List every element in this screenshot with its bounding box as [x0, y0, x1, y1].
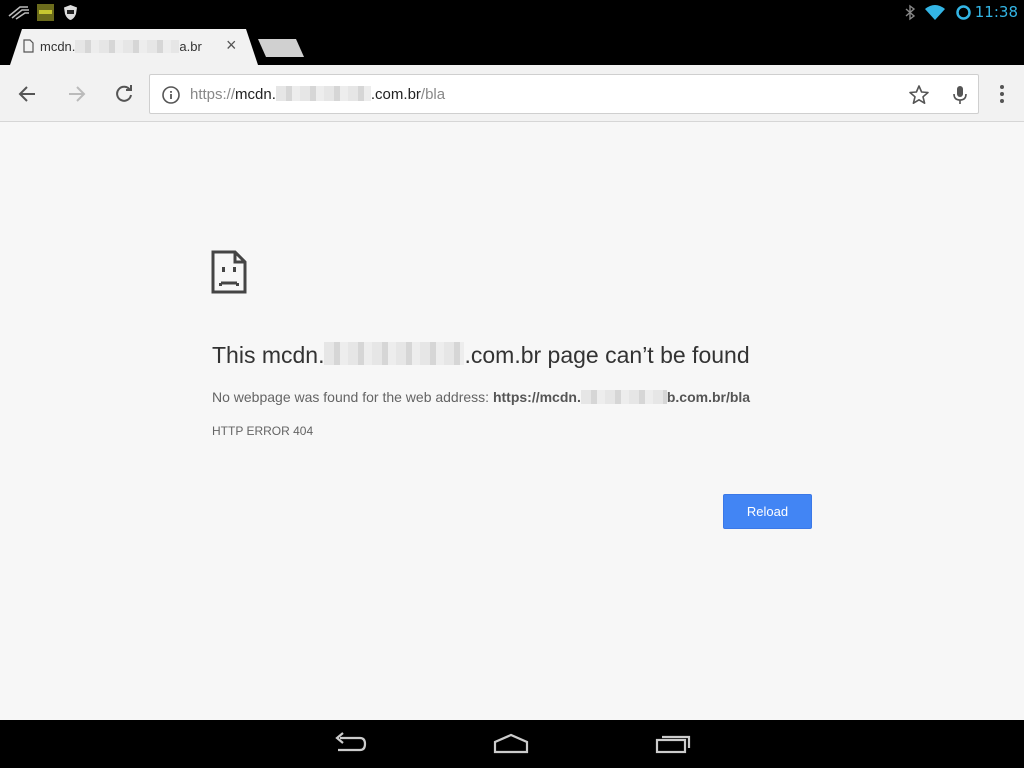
shield-notification-icon: [63, 4, 78, 26]
system-nav-bar: [0, 720, 1024, 768]
error-url: https://mcdn. b.com.br/bla: [492, 389, 751, 405]
page-content: This mcdn. .com.br page can’t be found No…: [0, 122, 1024, 720]
forward-arrow-icon: [69, 86, 86, 102]
refresh-icon: [116, 85, 132, 102]
back-nav-icon[interactable]: [330, 730, 368, 763]
error-description: No webpage was found for the web address…: [212, 389, 751, 405]
redacted-text: [580, 390, 667, 404]
recents-nav-icon[interactable]: [654, 730, 692, 763]
tab-strip: mcdn. a.br ×: [0, 25, 1024, 65]
app-notification-icon: [37, 4, 54, 26]
microphone-icon[interactable]: [950, 84, 970, 111]
new-tab-button[interactable]: [258, 39, 304, 57]
more-vertical-icon: [1000, 85, 1004, 103]
url-text[interactable]: https://mcdn. .com.br/bla: [190, 86, 445, 103]
bluetooth-icon: [904, 4, 916, 26]
sync-ring-icon: [955, 4, 972, 26]
error-code: HTTP ERROR 404: [212, 424, 314, 438]
reload-toolbar-button[interactable]: [111, 81, 137, 107]
tab-close-button[interactable]: ×: [226, 35, 237, 56]
star-icon[interactable]: [908, 84, 930, 111]
redacted-text: [324, 342, 465, 365]
home-nav-icon[interactable]: [492, 730, 530, 763]
status-bar: 11:38: [0, 0, 1024, 25]
overflow-menu-button[interactable]: [989, 81, 1015, 107]
document-icon: [23, 39, 34, 58]
error-heading: This mcdn. .com.br page can’t be found: [212, 342, 750, 368]
redacted-text: [275, 86, 371, 101]
tab-active[interactable]: mcdn. a.br ×: [10, 29, 258, 65]
tab-title: mcdn. a.br: [40, 39, 202, 54]
back-button[interactable]: [15, 81, 41, 107]
clock: 11:38: [974, 3, 1018, 21]
wifi-icon: [924, 4, 946, 26]
reload-button[interactable]: Reload: [723, 494, 812, 529]
redacted-text: [75, 40, 180, 53]
forward-button[interactable]: [63, 81, 89, 107]
browser-toolbar: https://mcdn. .com.br/bla: [0, 65, 1024, 122]
back-arrow-icon: [18, 86, 35, 102]
info-icon[interactable]: [161, 85, 181, 110]
speed-notification-icon: [8, 4, 30, 25]
address-bar[interactable]: https://mcdn. .com.br/bla: [149, 74, 979, 114]
sad-page-icon: [211, 250, 247, 299]
